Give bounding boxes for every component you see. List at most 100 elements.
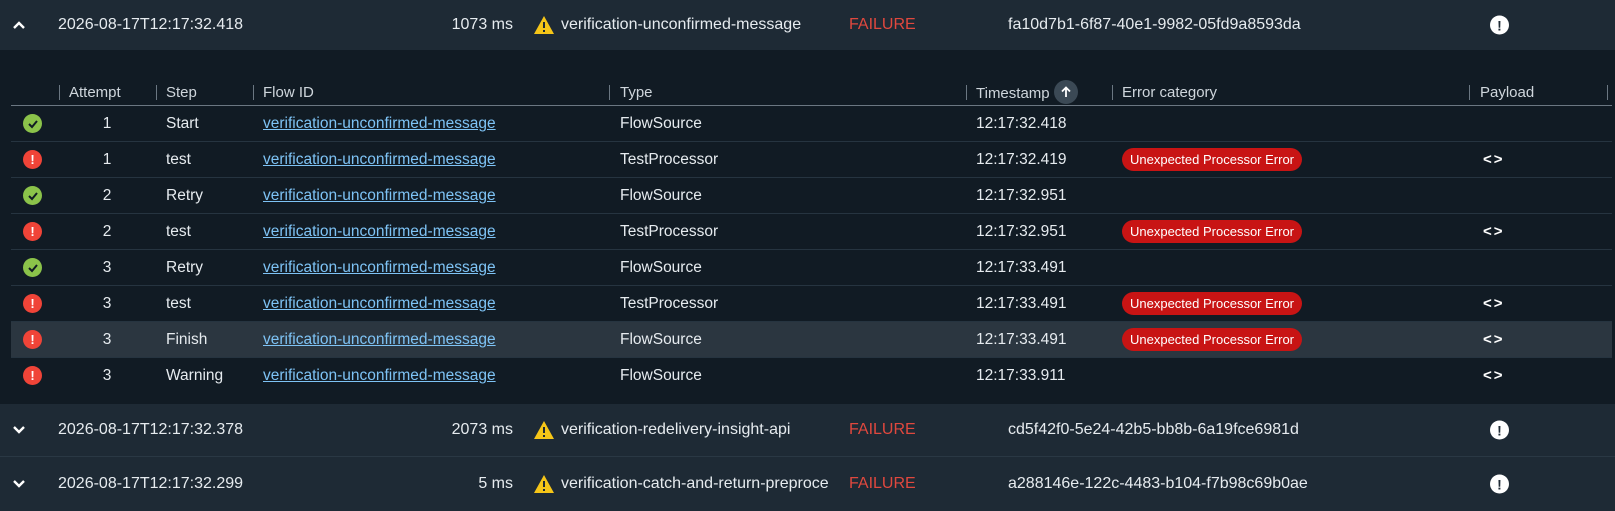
flow-link[interactable]: verification-unconfirmed-message [263,295,496,313]
step-cell: test [166,151,191,168]
type-cell: FlowSource [620,331,702,348]
check-circle-icon [23,186,42,205]
timestamp-cell: 12:17:32.951 [976,223,1067,240]
header-error-category[interactable]: Error category [1122,84,1217,101]
run-timestamp: 2026-08-17T12:17:32.418 [58,16,244,33]
chevron-down-icon[interactable] [10,421,28,439]
type-cell: FlowSource [620,115,702,132]
exclamation-circle-icon: ! [1490,15,1509,35]
run-timestamp: 2026-08-17T12:17:32.299 [58,475,244,492]
type-cell: FlowSource [620,367,702,384]
warning-triangle-icon [534,16,554,34]
timestamp-cell: 12:17:33.491 [976,259,1067,276]
type-cell: TestProcessor [620,223,719,240]
column-separator[interactable] [253,85,254,100]
actions-table: Attempt Step Flow ID Type Timestamp Erro… [11,80,1612,394]
attempt-cell: 3 [102,259,112,276]
step-cell: test [166,223,191,240]
error-category-badge: Unexpected Processor Error [1122,292,1303,315]
table-header: Attempt Step Flow ID Type Timestamp Erro… [11,80,1612,106]
run-status: FAILURE [849,475,916,492]
column-separator[interactable] [1112,85,1113,100]
header-timestamp[interactable]: Timestamp [976,80,1078,104]
run-did: fa10d7b1-6f87-40e1-9982-05fd9a8593da [1008,16,1301,33]
table-row[interactable]: ! 3 Warning verification-unconfirmed-mes… [11,358,1612,394]
attempt-cell: 3 [102,331,112,348]
run-flow-name: verification-unconfirmed-message [561,16,802,33]
step-cell: Retry [166,259,204,276]
flow-link[interactable]: verification-unconfirmed-message [263,259,496,277]
code-icon[interactable]: <> [1483,331,1505,348]
column-separator[interactable] [1469,85,1470,100]
code-icon[interactable]: <> [1483,367,1505,384]
table-row[interactable]: 3 Retry verification-unconfirmed-message… [11,250,1612,286]
header-step[interactable]: Step [166,84,197,101]
column-separator[interactable] [59,85,60,100]
attempt-cell: 3 [102,295,112,312]
step-cell: test [166,295,191,312]
code-icon[interactable]: <> [1483,151,1505,168]
run-detail-panel: Attempt Step Flow ID Type Timestamp Erro… [0,50,1615,404]
error-circle-icon: ! [23,294,42,313]
error-category-badge: Unexpected Processor Error [1122,148,1303,171]
attempt-cell: 2 [102,223,112,240]
code-icon[interactable]: <> [1483,223,1505,240]
run-row[interactable]: 2026-08-17T12:17:32.378 2073 ms verifica… [0,404,1615,456]
arrow-up-icon[interactable] [1053,80,1078,104]
header-timestamp-label: Timestamp [976,84,1050,102]
attempt-cell: 1 [102,151,112,168]
table-row[interactable]: ! 3 test verification-unconfirmed-messag… [11,286,1612,322]
exclamation-circle-icon: ! [1490,420,1509,440]
error-circle-icon: ! [23,150,42,169]
flow-link[interactable]: verification-unconfirmed-message [263,223,496,241]
table-row[interactable]: ! 2 test verification-unconfirmed-messag… [11,214,1612,250]
flow-link[interactable]: verification-unconfirmed-message [263,367,496,385]
column-separator[interactable] [156,85,157,100]
run-duration: 5 ms [478,475,513,492]
error-circle-icon: ! [23,330,42,349]
attempt-cell: 2 [102,187,112,204]
timestamp-cell: 12:17:32.418 [976,115,1067,132]
chevron-up-icon[interactable] [10,16,28,34]
error-circle-icon: ! [23,366,42,385]
column-separator[interactable] [966,85,967,100]
flow-link[interactable]: verification-unconfirmed-message [263,115,496,133]
timestamp-cell: 12:17:32.419 [976,151,1067,168]
header-attempt[interactable]: Attempt [69,84,121,101]
check-circle-icon [23,114,42,133]
run-did: cd5f42f0-5e24-42b5-bb8b-6a19fce6981d [1008,421,1299,438]
run-row[interactable]: 2026-08-17T12:17:32.299 5 ms verificatio… [0,456,1615,511]
table-row[interactable]: ! 1 test verification-unconfirmed-messag… [11,142,1612,178]
type-cell: TestProcessor [620,151,719,168]
error-category-badge: Unexpected Processor Error [1122,328,1303,351]
column-separator[interactable] [609,85,610,100]
check-circle-icon [23,258,42,277]
table-row[interactable]: ! 3 Finish verification-unconfirmed-mess… [11,322,1612,358]
header-payload[interactable]: Payload [1480,84,1534,101]
header-flow-id[interactable]: Flow ID [263,84,314,101]
code-icon[interactable]: <> [1483,295,1505,312]
runs-list: 2026-08-17T12:17:32.418 1073 ms verifica… [0,0,1615,511]
flow-link[interactable]: verification-unconfirmed-message [263,151,496,169]
error-category-badge: Unexpected Processor Error [1122,220,1303,243]
flow-link[interactable]: verification-unconfirmed-message [263,187,496,205]
step-cell: Retry [166,187,204,204]
table-row[interactable]: 2 Retry verification-unconfirmed-message… [11,178,1612,214]
run-row[interactable]: 2026-08-17T12:17:32.418 1073 ms verifica… [0,0,1615,50]
timestamp-cell: 12:17:33.911 [976,367,1066,384]
run-duration: 1073 ms [451,16,513,33]
header-type[interactable]: Type [620,84,653,101]
type-cell: FlowSource [620,187,702,204]
flow-link[interactable]: verification-unconfirmed-message [263,331,496,349]
run-timestamp: 2026-08-17T12:17:32.378 [58,421,244,438]
type-cell: FlowSource [620,259,702,276]
attempt-cell: 3 [102,367,112,384]
timestamp-cell: 12:17:33.491 [976,295,1067,312]
warning-triangle-icon [534,475,554,493]
column-separator[interactable] [1607,85,1608,100]
error-circle-icon: ! [23,222,42,241]
run-flow-name: verification-catch-and-return-preprocess… [561,475,829,492]
chevron-down-icon[interactable] [10,475,28,493]
run-flow-name: verification-redelivery-insight-api [561,421,791,438]
table-row[interactable]: 1 Start verification-unconfirmed-message… [11,106,1612,142]
